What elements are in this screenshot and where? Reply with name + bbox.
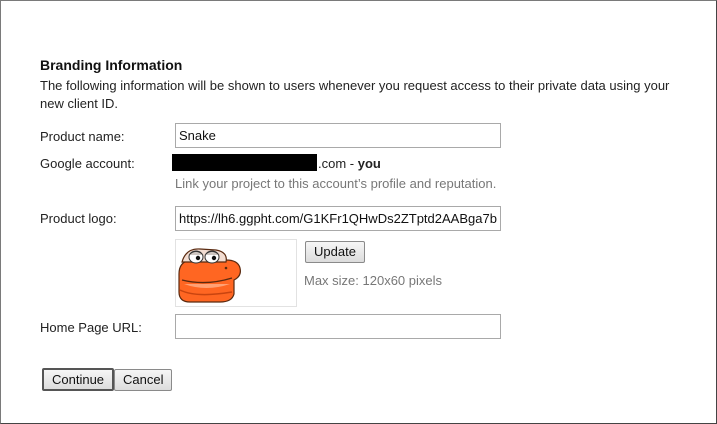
redacted-account-name	[172, 154, 317, 171]
google-account-hint: Link your project to this account’s prof…	[175, 176, 497, 191]
logo-max-size-hint: Max size: 120x60 pixels	[304, 273, 443, 288]
google-account-label: Google account:	[40, 156, 135, 171]
product-logo-label: Product logo:	[40, 211, 117, 226]
section-title: Branding Information	[40, 57, 183, 73]
update-logo-button[interactable]: Update	[305, 241, 365, 263]
product-name-label: Product name:	[40, 129, 125, 144]
home-page-url-input[interactable]	[175, 314, 501, 339]
account-owner-you: you	[357, 156, 381, 171]
account-separator: -	[346, 156, 358, 171]
snake-logo-icon	[178, 248, 241, 303]
dialog-frame: Branding Information The following infor…	[0, 0, 717, 424]
logo-preview	[175, 239, 297, 307]
section-description: The following information will be shown …	[40, 78, 670, 111]
home-page-url-label: Home Page URL:	[40, 320, 142, 335]
continue-button[interactable]: Continue	[42, 368, 115, 391]
product-logo-url-input[interactable]	[175, 206, 501, 231]
google-account-value: .com - you	[318, 156, 381, 171]
product-name-input[interactable]	[175, 123, 501, 148]
cancel-button[interactable]: Cancel	[114, 369, 173, 391]
account-domain-suffix: .com	[318, 156, 347, 171]
